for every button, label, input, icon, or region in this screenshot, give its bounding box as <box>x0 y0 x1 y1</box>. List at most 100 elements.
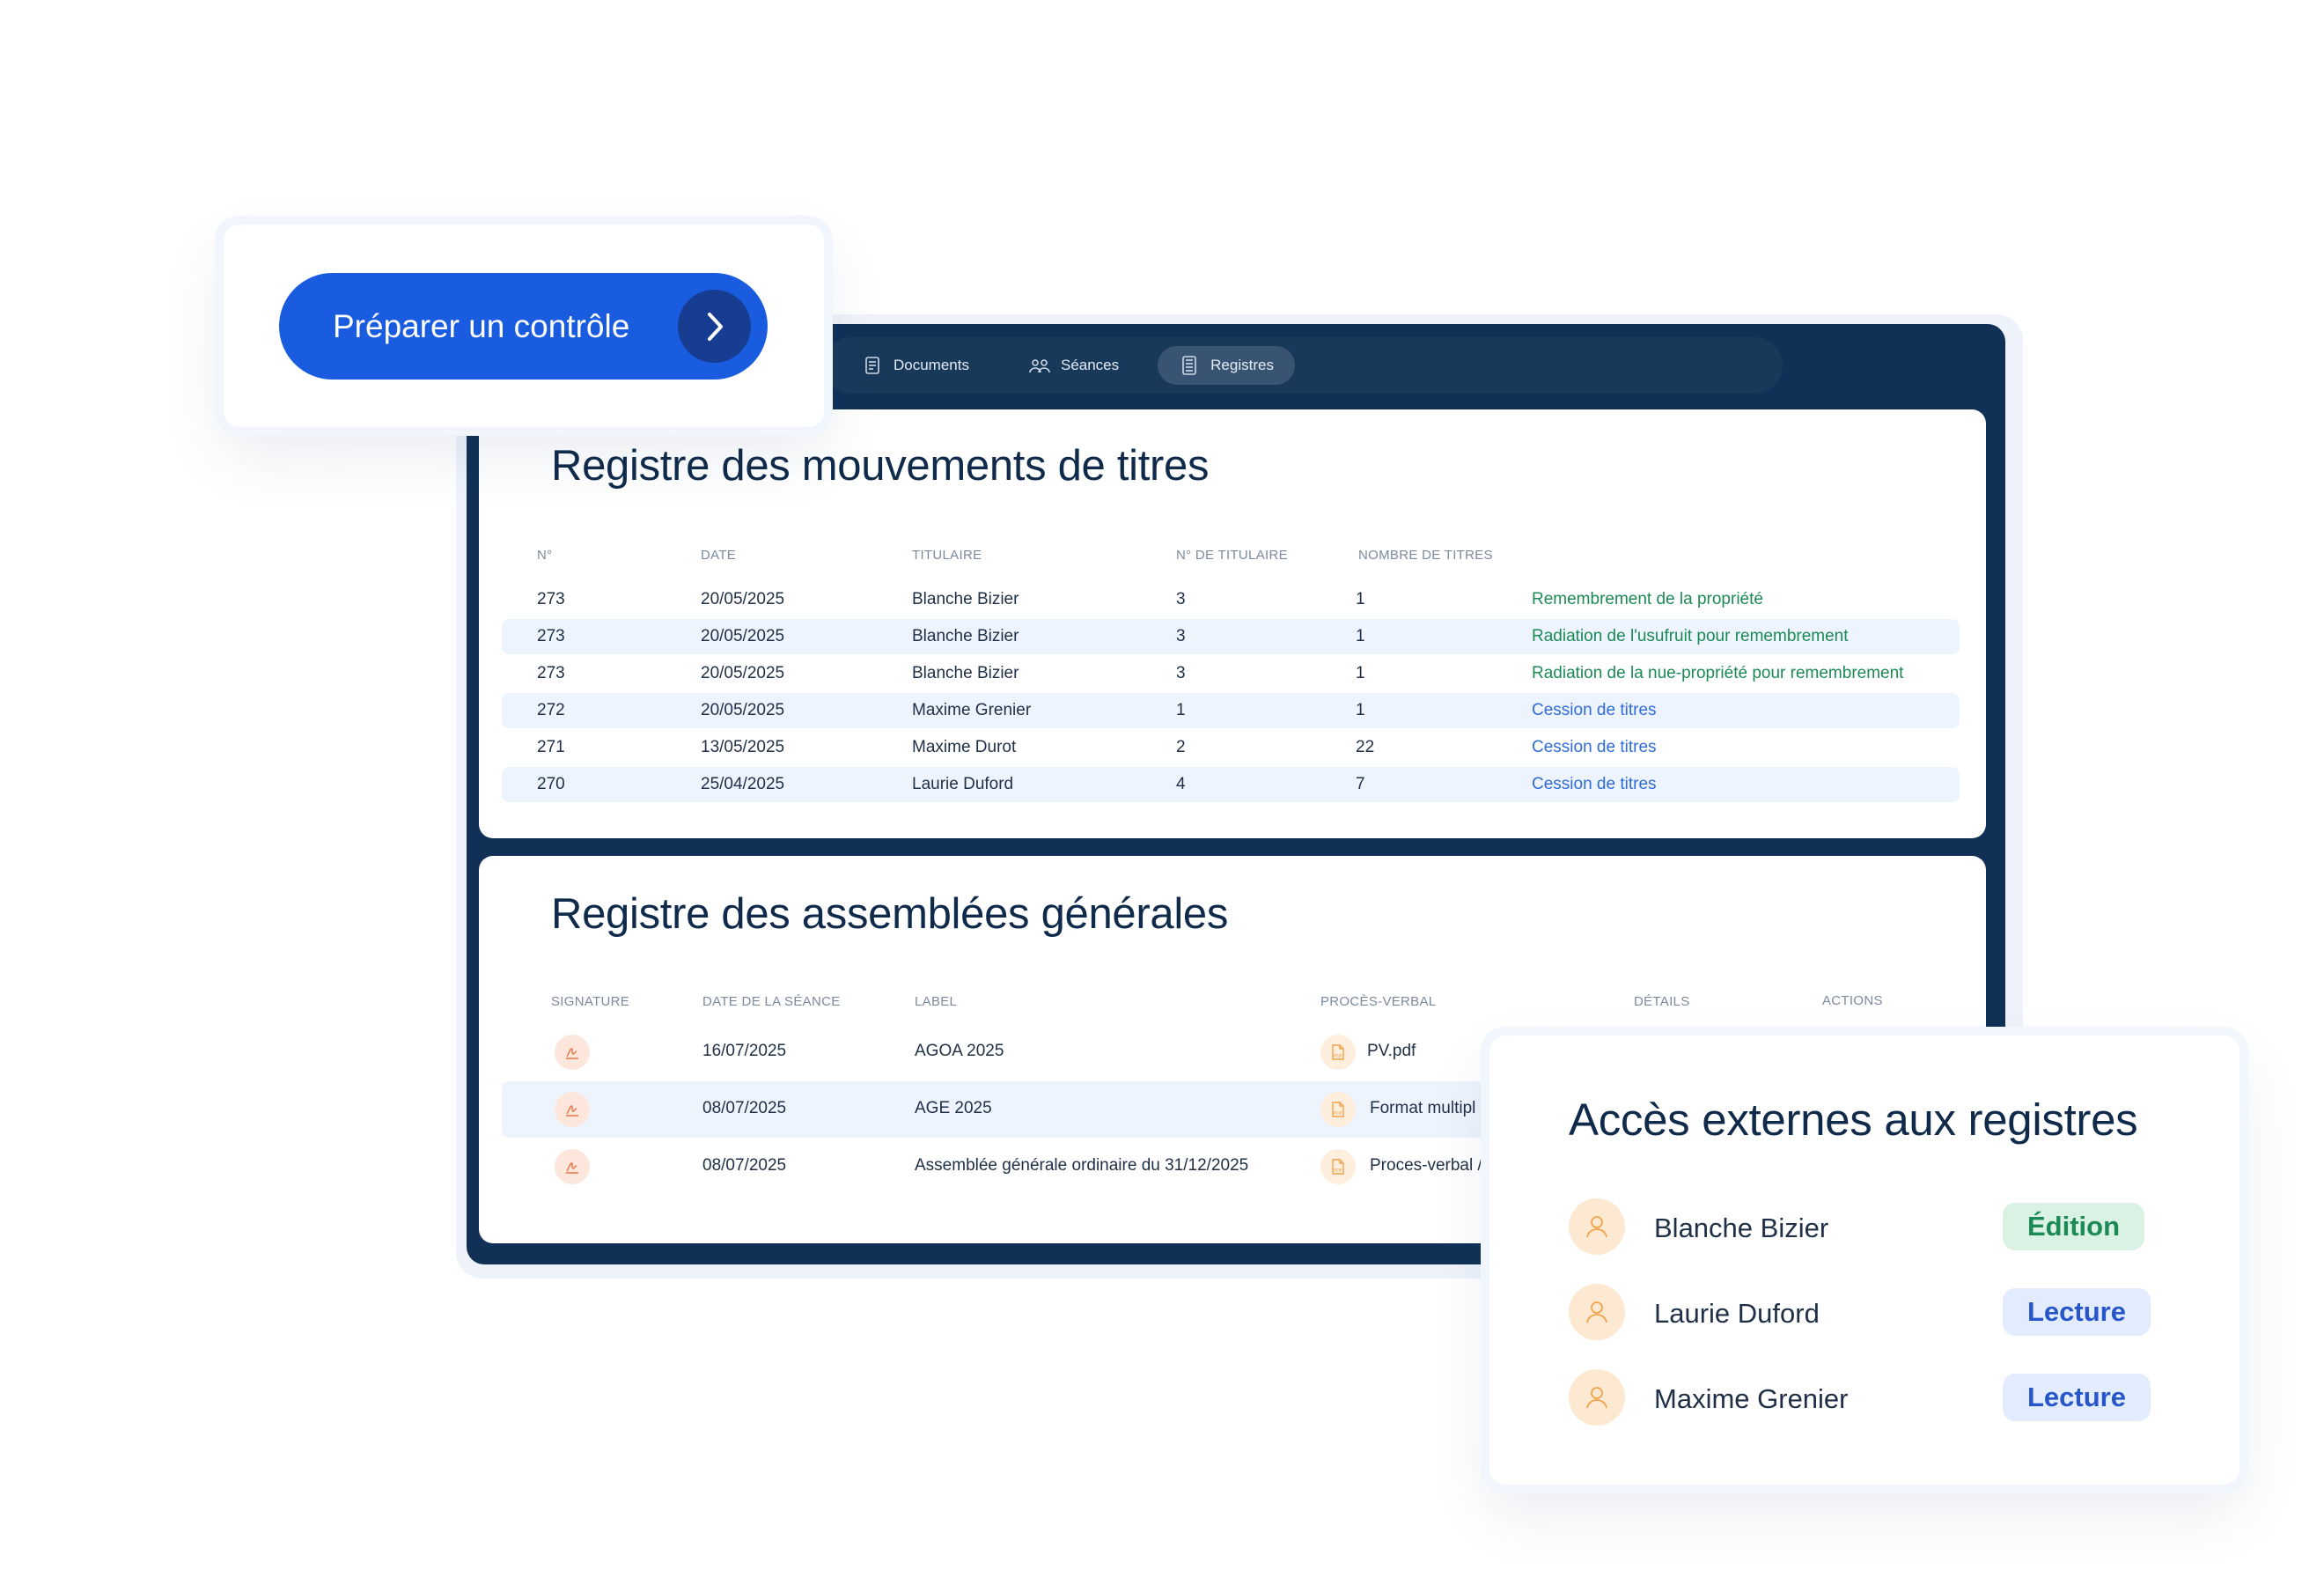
row-count: 1 <box>1356 590 1365 608</box>
svg-text:PDF: PDF <box>1334 1054 1342 1059</box>
row-label: Assemblée générale ordinaire du 31/12/20… <box>915 1156 1249 1175</box>
row-holder-no: 3 <box>1176 590 1186 608</box>
row-movement-type[interactable]: Cession de titres <box>1532 738 1657 757</box>
col-header-count: NOMBRE DE TITRES <box>1358 548 1493 563</box>
document-icon <box>865 357 879 374</box>
col-header-signature: SIGNATURE <box>551 994 630 1009</box>
movements-panel: Registre des mouvements de titres N° DAT… <box>479 409 1986 838</box>
row-num: 272 <box>537 701 565 719</box>
row-count: 1 <box>1356 701 1365 719</box>
chevron-right-icon <box>678 290 751 363</box>
row-count: 1 <box>1356 664 1365 682</box>
row-pv-file[interactable]: Format multipl <box>1370 1099 1475 1118</box>
pdf-icon: PDF <box>1320 1092 1356 1127</box>
row-movement-type[interactable]: Radiation de l'usufruit pour remembremen… <box>1532 627 1849 646</box>
col-header-num: N° <box>537 548 553 563</box>
nav-tab-seances[interactable]: Séances <box>1008 346 1140 385</box>
user-icon <box>1569 1198 1625 1255</box>
assemblies-title: Registre des assemblées générales <box>551 890 1229 938</box>
row-holder-no: 3 <box>1176 627 1186 645</box>
svg-text:PDF: PDF <box>1334 1168 1342 1174</box>
access-title: Accès externes aux registres <box>1569 1095 2138 1145</box>
row-movement-type[interactable]: Remembrement de la propriété <box>1532 590 1763 609</box>
svg-text:PDF: PDF <box>1334 1111 1342 1117</box>
row-date: 13/05/2025 <box>701 738 785 756</box>
row-count: 22 <box>1356 738 1375 756</box>
row-movement-type[interactable]: Cession de titres <box>1532 701 1657 720</box>
row-holder: Blanche Bizier <box>912 627 1019 645</box>
row-num: 270 <box>537 775 565 793</box>
user-icon <box>1569 1369 1625 1426</box>
col-header-holder-no: N° DE TITULAIRE <box>1176 548 1288 563</box>
table-row[interactable]: 270 25/04/2025 Laurie Duford 4 7 Cession… <box>502 767 1960 802</box>
table-row[interactable]: 272 20/05/2025 Maxime Grenier 1 1 Cessio… <box>502 693 1960 728</box>
row-num: 273 <box>537 590 565 608</box>
row-holder-no: 4 <box>1176 775 1186 793</box>
role-badge[interactable]: Lecture <box>2003 1374 2151 1421</box>
table-row[interactable]: 273 20/05/2025 Blanche Bizier 3 1 Rememb… <box>502 582 1960 617</box>
person-name: Maxime Grenier <box>1654 1383 1849 1414</box>
row-num: 273 <box>537 627 565 645</box>
person-name: Laurie Duford <box>1654 1298 1820 1329</box>
col-header-label: LABEL <box>915 994 958 1009</box>
role-badge[interactable]: Lecture <box>2003 1288 2151 1336</box>
col-header-details: DÉTAILS <box>1634 994 1690 1009</box>
nav-tab-seances-label: Séances <box>1060 357 1120 373</box>
row-num: 273 <box>537 664 565 682</box>
col-header-actions: ACTIONS <box>1822 993 1883 1008</box>
row-count: 7 <box>1356 775 1365 793</box>
row-session-date: 08/07/2025 <box>702 1099 787 1117</box>
row-date: 20/05/2025 <box>701 664 785 682</box>
row-movement-type[interactable]: Cession de titres <box>1532 775 1657 794</box>
signature-icon[interactable] <box>555 1149 590 1184</box>
col-header-session-date: DATE DE LA SÉANCE <box>702 994 841 1009</box>
nav-tab-registres[interactable]: Registres <box>1158 346 1295 385</box>
access-person-row[interactable]: Maxime Grenier Lecture <box>1569 1369 2185 1426</box>
nav-tab-documents-label: Documents <box>894 357 969 373</box>
row-date: 25/04/2025 <box>701 775 785 793</box>
user-icon <box>1569 1284 1625 1340</box>
signature-icon[interactable] <box>555 1092 590 1127</box>
access-person-row[interactable]: Laurie Duford Lecture <box>1569 1284 2185 1340</box>
col-header-holder: TITULAIRE <box>912 548 982 563</box>
row-date: 20/05/2025 <box>701 701 785 719</box>
prepare-control-label: Préparer un contrôle <box>333 307 630 344</box>
row-holder: Blanche Bizier <box>912 590 1019 608</box>
row-label: AGE 2025 <box>915 1099 992 1117</box>
top-nav: Documents Séances Registres <box>823 337 1783 394</box>
row-session-date: 08/07/2025 <box>702 1156 787 1175</box>
row-session-date: 16/07/2025 <box>702 1042 787 1060</box>
external-access-card: Accès externes aux registres Blanche Biz… <box>1489 1036 2239 1485</box>
col-header-date: DATE <box>701 548 737 563</box>
pdf-icon: PDF <box>1320 1149 1356 1184</box>
table-row[interactable]: 273 20/05/2025 Blanche Bizier 3 1 Radiat… <box>502 656 1960 691</box>
pdf-icon: PDF <box>1320 1035 1356 1070</box>
row-count: 1 <box>1356 627 1365 645</box>
col-header-pv: PROCÈS-VERBAL <box>1320 994 1437 1009</box>
access-person-row[interactable]: Blanche Bizier Édition <box>1569 1198 2185 1255</box>
row-pv-file[interactable]: Proces-verbal / <box>1370 1156 1482 1176</box>
register-icon <box>1182 356 1196 375</box>
row-pv-file[interactable]: PV.pdf <box>1367 1042 1416 1061</box>
row-date: 20/05/2025 <box>701 627 785 645</box>
row-label: AGOA 2025 <box>915 1042 1004 1060</box>
nav-tab-registres-label: Registres <box>1210 357 1274 373</box>
row-movement-type[interactable]: Radiation de la nue-propriété pour remem… <box>1532 664 1903 683</box>
row-holder: Maxime Grenier <box>912 701 1032 719</box>
prepare-control-button[interactable]: Préparer un contrôle <box>279 273 768 380</box>
signature-icon[interactable] <box>555 1035 590 1070</box>
row-holder-no: 2 <box>1176 738 1186 756</box>
row-date: 20/05/2025 <box>701 590 785 608</box>
person-name: Blanche Bizier <box>1654 1213 1829 1243</box>
table-row[interactable]: 271 13/05/2025 Maxime Durot 2 22 Cession… <box>502 730 1960 765</box>
role-badge[interactable]: Édition <box>2003 1203 2145 1250</box>
movements-title: Registre des mouvements de titres <box>551 442 1210 490</box>
row-holder-no: 1 <box>1176 701 1186 719</box>
row-num: 271 <box>537 738 565 756</box>
row-holder: Blanche Bizier <box>912 664 1019 682</box>
cta-card: Préparer un contrôle <box>224 225 824 427</box>
nav-tab-documents[interactable]: Documents <box>841 346 990 385</box>
row-holder: Laurie Duford <box>912 775 1014 793</box>
table-row[interactable]: 273 20/05/2025 Blanche Bizier 3 1 Radiat… <box>502 619 1960 654</box>
people-icon <box>1029 359 1050 373</box>
